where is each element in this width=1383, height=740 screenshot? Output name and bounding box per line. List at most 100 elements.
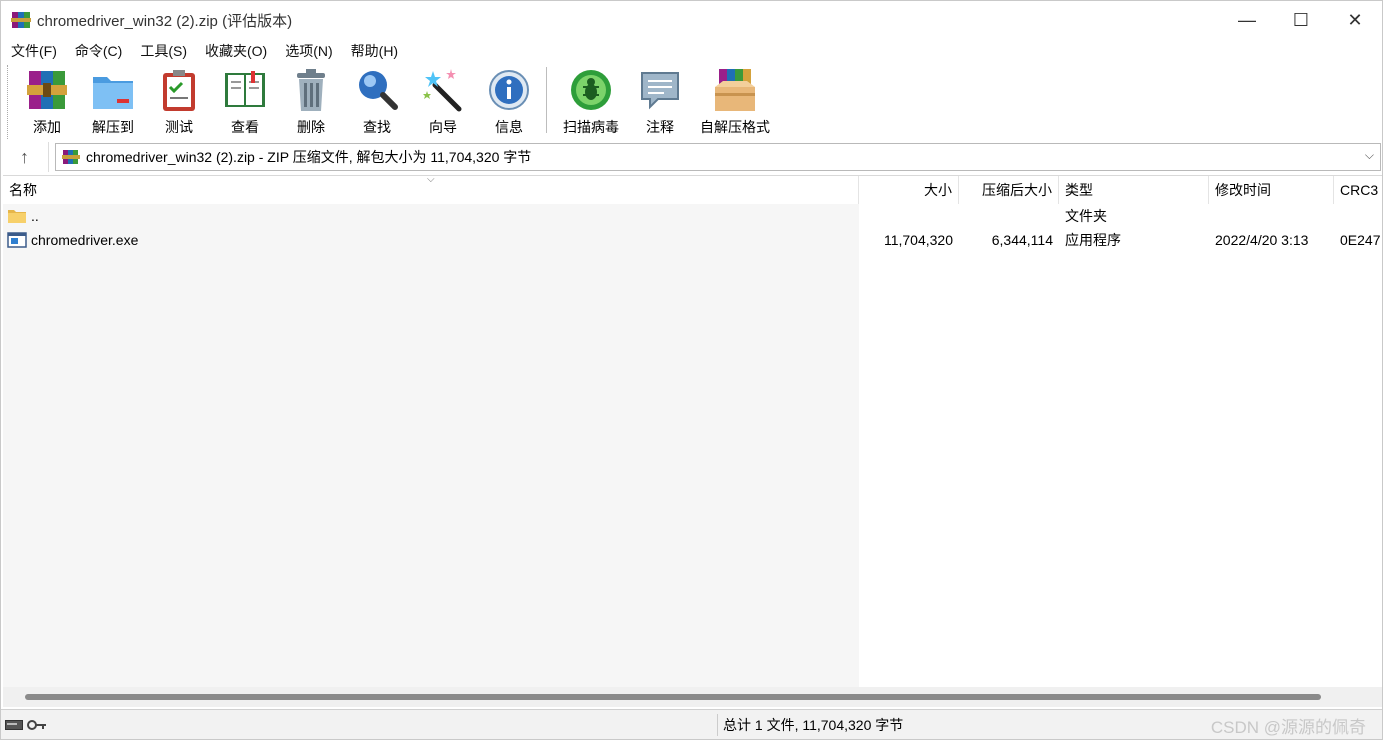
menu-tools[interactable]: 工具(S) (140, 41, 187, 61)
type-cell: 文件夹 (1065, 208, 1107, 224)
info-label: 信息 (495, 119, 523, 135)
address-text: chromedriver_win32 (2).zip - ZIP 压缩文件, 解… (86, 149, 532, 165)
address-row: ↑ chromedriver_win32 (2).zip - ZIP 压缩文件,… (1, 141, 1382, 173)
extract-to-folder-icon (93, 77, 133, 109)
column-header-name[interactable]: 名称 ⌵ (3, 174, 859, 204)
file-list[interactable]: 名称 ⌵ 大小 压缩后大小 类型 修改时间 CRC3 .. 文件夹 chrome… (3, 174, 1382, 688)
name-cell: chromedriver.exe (7, 228, 138, 252)
column-packed-label: 压缩后大小 (982, 182, 1052, 198)
comment-icon (641, 72, 679, 110)
menu-file[interactable]: 文件(F) (11, 41, 57, 61)
add-button[interactable]: 添加 (14, 65, 80, 137)
type-cell: 应用程序 (1065, 232, 1121, 248)
zip-archive-icon (62, 150, 80, 164)
add-label: 添加 (33, 119, 61, 135)
menu-favorites[interactable]: 收藏夹(O) (205, 41, 267, 61)
status-divider (717, 714, 718, 736)
menu-options[interactable]: 选项(N) (285, 41, 332, 61)
minimize-button[interactable]: — (1220, 1, 1274, 39)
virus-scan-icon (571, 70, 611, 110)
column-header-type[interactable]: 类型 (1059, 176, 1209, 204)
extract-to-label: 解压到 (92, 119, 134, 135)
view-button[interactable]: 查看 (212, 65, 278, 137)
status-icons (5, 716, 51, 734)
maximize-icon: ☐ (1292, 9, 1310, 30)
horizontal-scrollbar[interactable] (3, 687, 1382, 707)
magic-wand-icon (423, 69, 462, 112)
column-header-modified[interactable]: 修改时间 (1209, 176, 1334, 204)
magnifier-icon (359, 71, 398, 110)
menu-commands[interactable]: 命令(C) (75, 41, 122, 61)
column-crc-label: CRC3 (1340, 182, 1379, 198)
test-button[interactable]: 测试 (146, 65, 212, 137)
title-bar: chromedriver_win32 (2).zip (评估版本) — ☐ ✕ (1, 1, 1382, 39)
winrar-window: chromedriver_win32 (2).zip (评估版本) — ☐ ✕ … (0, 0, 1383, 740)
sfx-button[interactable]: 自解压格式 (693, 65, 777, 137)
wizard-button[interactable]: 向导 (410, 65, 476, 137)
crc-cell: 0E247 (1340, 232, 1381, 248)
add-archive-icon (27, 71, 67, 109)
close-button[interactable]: ✕ (1328, 1, 1382, 39)
file-name: chromedriver.exe (31, 232, 139, 248)
info-icon (489, 70, 529, 110)
file-name: .. (31, 208, 39, 224)
column-name-label: 名称 (9, 182, 37, 198)
folder-icon (8, 210, 26, 223)
test-clipboard-icon (163, 70, 195, 111)
packed-cell: 6,344,114 (991, 232, 1053, 248)
menu-bar: 文件(F) 命令(C) 工具(S) 收藏夹(O) 选项(N) 帮助(H) (1, 39, 416, 63)
watermark: CSDN @源源的佩奇 (1210, 717, 1366, 737)
minimize-icon: — (1238, 9, 1256, 30)
exe-file-icon (7, 232, 27, 248)
drive-icon[interactable] (5, 719, 23, 731)
wizard-label: 向导 (429, 119, 457, 135)
table-row[interactable]: chromedriver.exe 11,704,320 6,344,114 应用… (3, 228, 1382, 252)
trash-can-icon (297, 69, 325, 111)
sort-descending-icon: ⌵ (427, 174, 435, 185)
window-controls: — ☐ ✕ (1220, 1, 1382, 39)
maximize-button[interactable]: ☐ (1274, 1, 1328, 39)
size-cell (859, 204, 953, 228)
delete-button[interactable]: 删除 (278, 65, 344, 137)
column-modified-label: 修改时间 (1215, 182, 1271, 198)
delete-label: 删除 (297, 119, 325, 135)
name-cell: .. (7, 204, 39, 228)
status-bar: 总计 1 文件, 11,704,320 字节 CSDN @源源的佩奇 (1, 709, 1382, 739)
view-label: 查看 (231, 119, 259, 135)
column-header-crc[interactable]: CRC3 (1334, 176, 1382, 204)
toolbar: 添加 解压到 测试 查看 删除 查找 向导 信息 扫描病毒 注释 自解压格式 (7, 65, 777, 139)
view-book-icon (225, 71, 265, 107)
find-button[interactable]: 查找 (344, 65, 410, 137)
address-field[interactable]: chromedriver_win32 (2).zip - ZIP 压缩文件, 解… (55, 143, 1381, 171)
size-cell: 11,704,320 (883, 232, 953, 248)
status-summary: 总计 1 文件, 11,704,320 字节 (723, 717, 904, 733)
sfx-box-icon (715, 69, 755, 111)
info-button[interactable]: 信息 (476, 65, 542, 137)
table-row[interactable]: .. 文件夹 (3, 204, 1382, 228)
horizontal-scrollbar-thumb[interactable] (25, 694, 1321, 700)
name-column-background (3, 204, 859, 688)
column-size-label: 大小 (924, 182, 952, 198)
address-dropdown-icon[interactable]: ⌵ (1365, 148, 1374, 163)
column-header-size[interactable]: 大小 (859, 176, 959, 204)
sfx-label: 自解压格式 (700, 119, 770, 135)
packed-cell (959, 204, 1053, 228)
comment-label: 注释 (646, 119, 674, 135)
toolbar-separator (546, 67, 547, 133)
virus-scan-label: 扫描病毒 (563, 119, 619, 135)
extract-to-button[interactable]: 解压到 (80, 65, 146, 137)
modified-cell: 2022/4/20 3:13 (1215, 232, 1309, 248)
virus-scan-button[interactable]: 扫描病毒 (555, 65, 627, 137)
close-icon: ✕ (1347, 9, 1363, 30)
column-type-label: 类型 (1065, 182, 1093, 198)
up-folder-button[interactable]: ↑ (1, 142, 49, 172)
window-title: chromedriver_win32 (2).zip (评估版本) (37, 12, 293, 30)
comment-button[interactable]: 注释 (627, 65, 693, 137)
test-label: 测试 (165, 119, 193, 135)
key-lock-icon[interactable] (27, 719, 47, 731)
list-header: 名称 ⌵ 大小 压缩后大小 类型 修改时间 CRC3 (3, 174, 1382, 204)
up-arrow-icon: ↑ (20, 146, 29, 167)
winrar-app-icon (11, 12, 31, 28)
column-header-packed[interactable]: 压缩后大小 (959, 176, 1059, 204)
menu-help[interactable]: 帮助(H) (351, 41, 398, 61)
